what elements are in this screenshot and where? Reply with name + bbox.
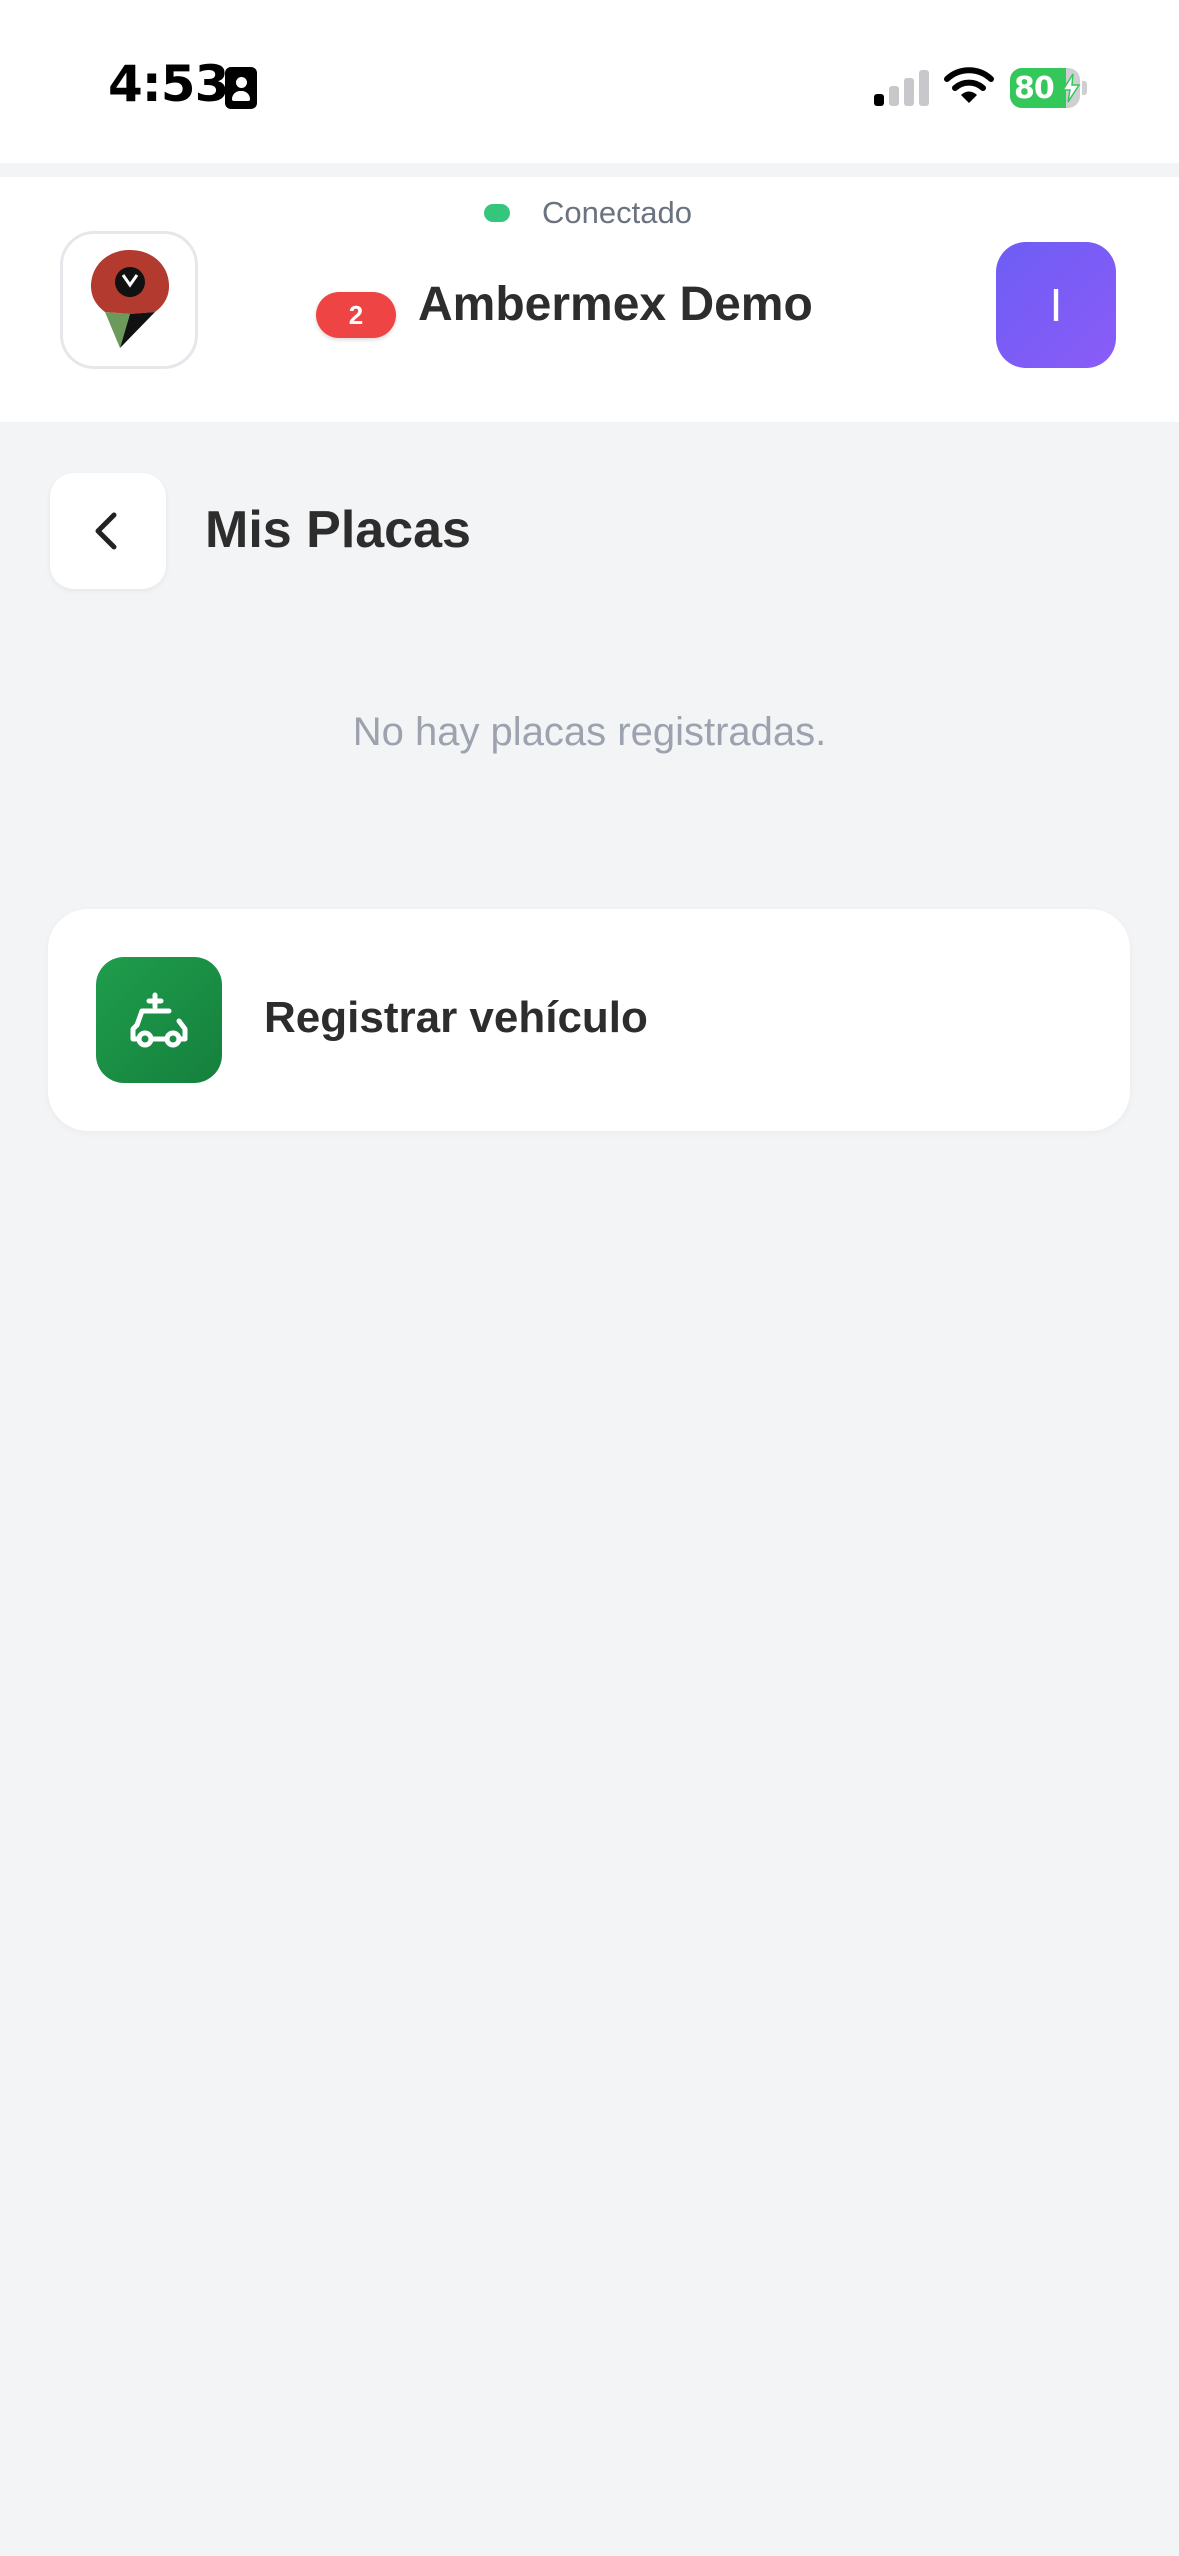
chevron-left-icon xyxy=(95,512,117,550)
avatar[interactable]: I xyxy=(996,242,1116,368)
connection-status: Conectado xyxy=(484,193,692,233)
bolt-icon xyxy=(1061,73,1081,103)
signal-bar xyxy=(874,94,884,106)
back-button[interactable] xyxy=(50,473,166,589)
register-vehicle-icon-box xyxy=(96,957,222,1083)
register-vehicle-label: Registrar vehículo xyxy=(264,993,648,1042)
header-divider xyxy=(0,163,1179,177)
map-pin-logo-icon xyxy=(91,250,169,348)
register-vehicle-button[interactable]: Registrar vehículo xyxy=(48,909,1130,1131)
wifi-icon xyxy=(944,66,994,106)
status-time: 4:53 xyxy=(108,55,229,113)
car-add-icon xyxy=(130,992,188,1048)
connection-label: Conectado xyxy=(542,195,692,230)
signal-bar xyxy=(919,70,929,106)
notification-badge[interactable]: 2 xyxy=(316,292,396,338)
page-title: Mis Placas xyxy=(205,501,471,559)
signal-bar xyxy=(904,78,914,106)
id-card-icon xyxy=(225,67,257,109)
connection-dot xyxy=(484,204,510,222)
signal-bar xyxy=(889,86,899,106)
battery-charging-icon: 80 xyxy=(1010,68,1087,108)
empty-state-message: No hay placas registradas. xyxy=(352,710,827,754)
app-header: Conectado 2 Ambermex Demo I xyxy=(0,177,1179,422)
status-bar: 4:53 80 xyxy=(0,0,1179,163)
organization-selector[interactable]: 2 Ambermex Demo xyxy=(316,274,813,338)
battery-level: 80 xyxy=(1014,71,1055,106)
organization-name: Ambermex Demo xyxy=(418,277,813,331)
app-logo[interactable] xyxy=(60,231,198,369)
cellular-signal-icon xyxy=(874,68,930,106)
